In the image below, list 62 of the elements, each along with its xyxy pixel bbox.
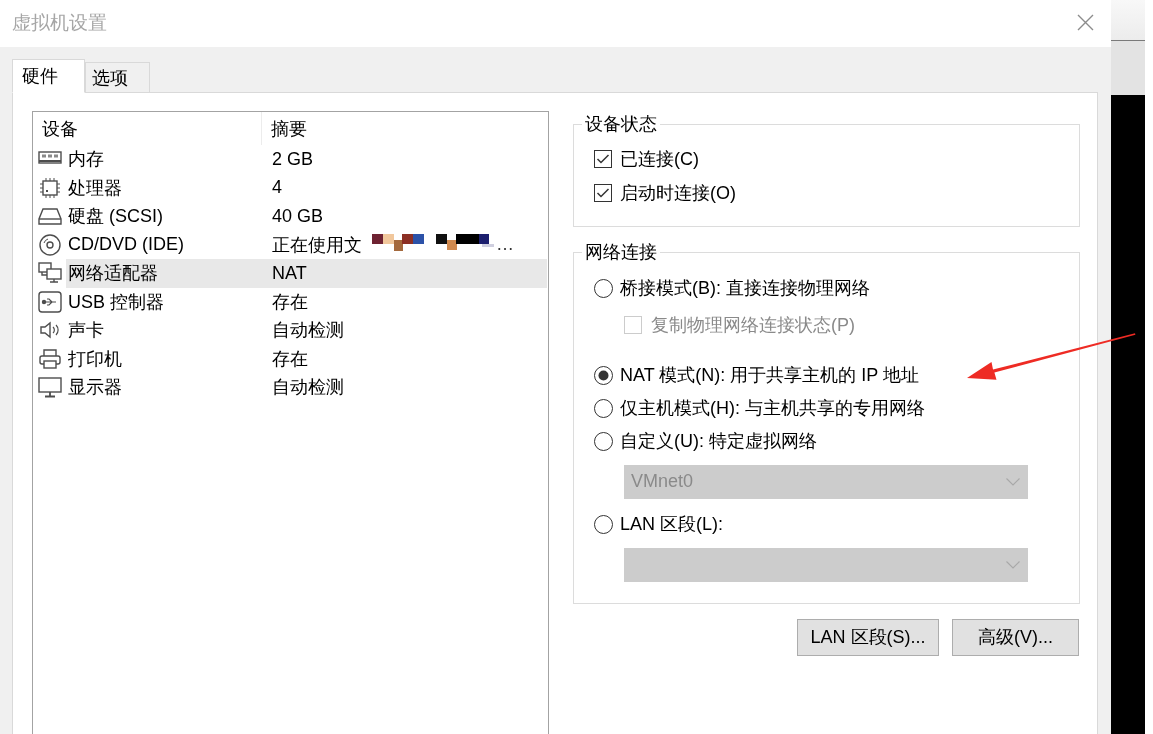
printer-icon	[38, 347, 62, 370]
device-name: 网络适配器	[67, 262, 159, 286]
group-title: 设备状态	[584, 113, 658, 135]
column-header[interactable]: 摘要	[262, 112, 307, 145]
close-button[interactable]	[1077, 14, 1094, 31]
radio-label[interactable]: 自定义(U): 特定虚拟网络	[620, 429, 817, 453]
device-row[interactable]: 网络适配器 NAT	[66, 259, 547, 288]
device-summary: 自动检测	[272, 376, 344, 400]
device-summary: 存在	[272, 347, 308, 371]
device-summary: 4	[272, 177, 282, 199]
checkbox[interactable]	[594, 184, 612, 202]
radio-label[interactable]: NAT 模式(N): 用于共享主机的 IP 地址	[620, 363, 919, 387]
device-summary: 自动检测	[272, 319, 344, 343]
device-summary: 40 GB	[272, 205, 324, 227]
dialog-button[interactable]: 高级(V)...	[952, 618, 1079, 656]
device-name: 打印机	[67, 347, 123, 371]
truncation-ellipsis: …	[496, 234, 514, 256]
tab[interactable]: 硬件	[12, 59, 85, 93]
hard-drive-icon	[38, 205, 62, 228]
radio-label[interactable]: 桥接模式(B): 直接连接物理网络	[620, 276, 870, 300]
device-row[interactable]: 显示器 自动检测	[66, 373, 547, 402]
device-row[interactable]: 声卡 自动检测	[66, 316, 547, 345]
device-row[interactable]: USB 控制器 存在	[66, 287, 547, 316]
device-row[interactable]: 打印机 存在	[66, 344, 547, 373]
checkbox-label[interactable]: 已连接(C)	[620, 147, 699, 171]
device-row[interactable]: 处理器 4	[66, 173, 547, 202]
checkbox[interactable]	[594, 150, 612, 168]
monitor-icon	[38, 376, 62, 399]
radio-label[interactable]: LAN 区段(L):	[620, 512, 724, 536]
device-summary: 2 GB	[272, 148, 314, 170]
window-title: 虚拟机设置	[12, 10, 107, 35]
device-summary: 正在使用文	[272, 233, 362, 257]
device-row[interactable]: 内存 2 GB	[66, 145, 547, 174]
radio-button[interactable]	[594, 365, 613, 385]
two-monitors-icon	[38, 262, 62, 285]
radio-button[interactable]	[594, 278, 613, 298]
radio-button[interactable]	[594, 398, 613, 418]
radio-label[interactable]: 仅主机模式(H): 与主机共享的专用网络	[620, 396, 925, 420]
disc-icon	[38, 233, 62, 256]
chevron-down-icon	[1006, 560, 1020, 569]
group-title: 网络连接	[584, 241, 658, 263]
usb-icon	[38, 290, 62, 313]
chevron-down-icon	[1006, 477, 1020, 486]
device-name: 显示器	[67, 376, 123, 400]
radio-button[interactable]	[594, 431, 613, 451]
device-name: 硬盘 (SCSI)	[67, 205, 164, 229]
device-name: 内存	[67, 148, 105, 172]
device-name: 声卡	[67, 319, 105, 343]
device-summary: 存在	[272, 290, 308, 314]
device-row[interactable]: CD/DVD (IDE) 正在使用文 …	[66, 230, 547, 259]
checkbox-label[interactable]: 启动时连接(O)	[620, 181, 736, 205]
radio-button[interactable]	[594, 514, 613, 534]
close-icon	[1077, 14, 1094, 31]
device-summary: NAT	[272, 262, 307, 284]
chip-icon	[38, 176, 62, 199]
dialog-button[interactable]: LAN 区段(S)...	[797, 618, 939, 656]
device-name: CD/DVD (IDE)	[67, 234, 185, 256]
device-row[interactable]: 硬盘 (SCSI) 40 GB	[66, 202, 547, 231]
column-header[interactable]: 设备	[33, 112, 262, 145]
device-name: 处理器	[67, 176, 123, 200]
device-name: USB 控制器	[67, 290, 165, 314]
tab[interactable]: 选项	[85, 62, 150, 93]
